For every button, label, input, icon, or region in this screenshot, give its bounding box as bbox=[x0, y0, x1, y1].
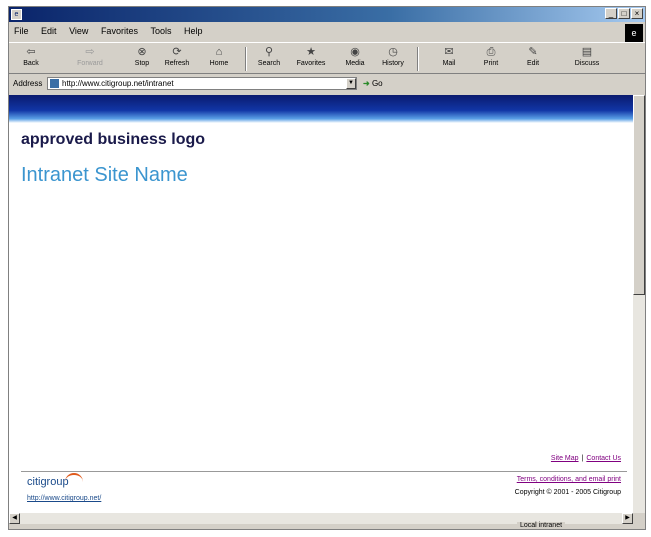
go-button[interactable]: ➜ Go bbox=[363, 78, 397, 90]
site-name-heading: Intranet Site Name bbox=[21, 164, 188, 186]
contact-us-link[interactable]: Contact Us bbox=[586, 455, 621, 462]
menu-view[interactable]: View bbox=[64, 23, 93, 36]
go-arrow-icon: ➜ bbox=[363, 79, 370, 88]
address-dropdown-button[interactable]: ▼ bbox=[346, 78, 356, 89]
citigroup-logo: citigroup bbox=[27, 476, 69, 488]
menu-help[interactable]: Help bbox=[179, 23, 208, 36]
zone-indicator: Local intranet bbox=[517, 522, 566, 529]
favorites-button[interactable]: ★ Favorites bbox=[291, 45, 331, 73]
footer-divider bbox=[21, 471, 627, 472]
media-label: Media bbox=[345, 60, 365, 67]
citigroup-url-link[interactable]: http://www.citigroup.net/ bbox=[27, 495, 101, 502]
search-label: Search bbox=[257, 60, 281, 67]
print-button[interactable]: ⎙ Print bbox=[475, 45, 507, 73]
menu-edit[interactable]: Edit bbox=[36, 23, 62, 36]
home-icon: ⌂ bbox=[215, 46, 223, 58]
refresh-icon: ⟳ bbox=[172, 46, 182, 58]
mail-button[interactable]: ✉ Mail bbox=[433, 45, 465, 73]
address-input[interactable]: http://www.citigroup.net/intranet bbox=[47, 77, 357, 90]
stop-icon: ⊗ bbox=[137, 46, 147, 58]
stop-label: Stop bbox=[134, 60, 150, 67]
forward-icon: ⇨ bbox=[85, 46, 95, 58]
copyright-text: Copyright © 2001 - 2005 Citigroup bbox=[514, 489, 621, 496]
page-content: approved business logo Intranet Site Nam… bbox=[9, 95, 633, 513]
go-label: Go bbox=[371, 79, 383, 88]
back-label: Back bbox=[23, 60, 39, 67]
standard-toolbar: ⇦ Back ⇨ Forward ⊗ Stop ⟳ Refresh ⌂ Home… bbox=[9, 42, 645, 74]
address-url: http://www.citigroup.net/intranet bbox=[62, 79, 174, 88]
maximize-button[interactable]: □ bbox=[618, 8, 630, 19]
home-button[interactable]: ⌂ Home bbox=[203, 45, 235, 73]
scroll-left-icon[interactable]: ◀ bbox=[9, 513, 20, 524]
ie-window-icon[interactable]: e bbox=[11, 9, 22, 20]
media-button[interactable]: ◉ Media bbox=[339, 45, 371, 73]
edit-icon: ✎ bbox=[528, 46, 538, 58]
discuss-button[interactable]: ▤ Discuss bbox=[569, 45, 605, 73]
media-icon: ◉ bbox=[350, 46, 360, 58]
favorites-label: Favorites bbox=[296, 60, 326, 67]
back-button[interactable]: ⇦ Back bbox=[15, 45, 47, 73]
footer-separator: | bbox=[581, 455, 584, 462]
page-icon bbox=[50, 79, 59, 88]
title-bar[interactable]: e _ □ × bbox=[9, 7, 645, 22]
back-icon: ⇦ bbox=[26, 46, 36, 58]
scroll-right-icon[interactable]: ▶ bbox=[622, 513, 633, 524]
history-label: History bbox=[382, 60, 404, 67]
vertical-scrollbar[interactable] bbox=[633, 95, 645, 513]
print-label: Print bbox=[483, 60, 499, 67]
edit-label: Edit bbox=[526, 60, 540, 67]
refresh-label: Refresh bbox=[164, 60, 190, 67]
toolbar-separator bbox=[245, 47, 247, 71]
ie-logo-icon: e bbox=[625, 24, 643, 42]
header-banner bbox=[9, 95, 633, 123]
favorites-icon: ★ bbox=[306, 46, 316, 58]
discuss-label: Discuss bbox=[574, 60, 600, 67]
footer-links: Site Map | Contact Us bbox=[551, 455, 621, 462]
business-logo: approved business logo bbox=[21, 131, 206, 148]
toolbar-separator bbox=[417, 47, 419, 71]
print-icon: ⎙ bbox=[486, 46, 496, 58]
history-button[interactable]: ◷ History bbox=[377, 45, 409, 73]
browser-window: e _ □ × File Edit View Favorites Tools H… bbox=[8, 6, 646, 530]
forward-button[interactable]: ⇨ Forward bbox=[71, 45, 109, 73]
stop-button[interactable]: ⊗ Stop bbox=[126, 45, 158, 73]
refresh-button[interactable]: ⟳ Refresh bbox=[161, 45, 193, 73]
menu-file[interactable]: File bbox=[9, 23, 34, 36]
menu-bar: File Edit View Favorites Tools Help bbox=[9, 23, 645, 39]
terms-link[interactable]: Terms, conditions, and email print bbox=[517, 476, 621, 483]
forward-label: Forward bbox=[77, 60, 103, 67]
search-icon: ⚲ bbox=[264, 46, 274, 58]
home-label: Home bbox=[209, 60, 229, 67]
close-button[interactable]: × bbox=[631, 8, 643, 19]
edit-button[interactable]: ✎ Edit bbox=[517, 45, 549, 73]
vertical-scroll-thumb[interactable] bbox=[633, 95, 645, 295]
history-icon: ◷ bbox=[388, 46, 398, 58]
menu-favorites[interactable]: Favorites bbox=[96, 23, 143, 36]
status-bar: Local intranet bbox=[9, 522, 645, 529]
mail-icon: ✉ bbox=[444, 46, 454, 58]
menu-tools[interactable]: Tools bbox=[145, 23, 176, 36]
search-button[interactable]: ⚲ Search bbox=[253, 45, 285, 73]
mail-label: Mail bbox=[442, 60, 456, 67]
minimize-button[interactable]: _ bbox=[605, 8, 617, 19]
citigroup-arc-icon bbox=[65, 473, 83, 483]
window-controls: _ □ × bbox=[605, 8, 643, 19]
address-bar: Address http://www.citigroup.net/intrane… bbox=[9, 75, 645, 93]
discuss-icon: ▤ bbox=[581, 46, 593, 58]
address-label: Address bbox=[13, 79, 43, 88]
site-map-link[interactable]: Site Map bbox=[551, 455, 579, 462]
